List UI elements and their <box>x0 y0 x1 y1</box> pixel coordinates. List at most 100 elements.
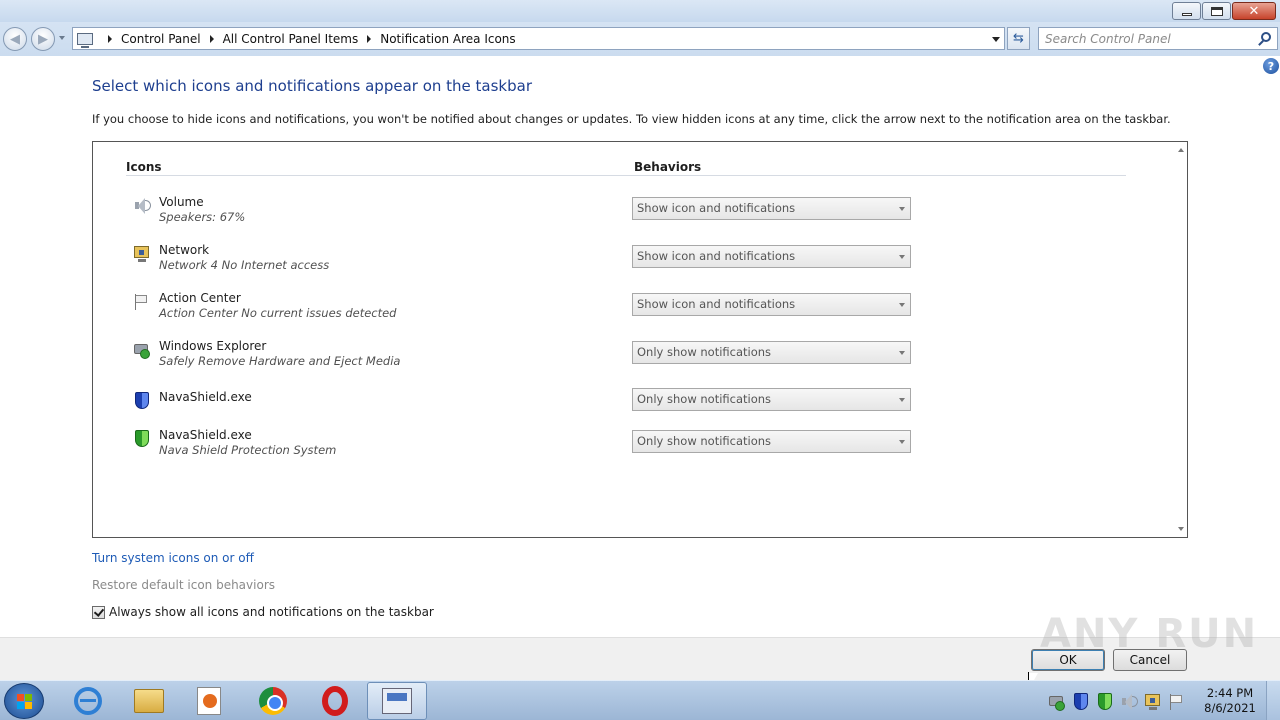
taskbar-opera[interactable] <box>305 682 365 720</box>
network-icon <box>133 245 151 263</box>
safely-remove-icon <box>133 341 151 359</box>
chevron-down-icon <box>899 255 905 259</box>
behavior-value: Only show notifications <box>637 434 772 448</box>
item-description: Speakers: 67% <box>159 210 246 224</box>
column-header-behaviors: Behaviors <box>634 160 702 174</box>
item-name: Network <box>159 243 210 257</box>
icons-behaviors-list: Icons Behaviors Volume Speakers: 67% Sho… <box>92 141 1188 538</box>
recent-pages-dropdown[interactable] <box>59 36 65 40</box>
media-player-icon <box>197 687 221 715</box>
clock[interactable]: 2:44 PM 8/6/2021 <box>1200 686 1260 716</box>
refresh-icon: ⇆ <box>1013 31 1024 46</box>
behavior-value: Only show notifications <box>637 392 772 406</box>
network-icon[interactable] <box>1144 693 1160 710</box>
window-controls: ✕ <box>1171 2 1276 20</box>
search-box[interactable] <box>1038 27 1278 50</box>
search-input[interactable] <box>1039 28 1249 49</box>
chevron-down-icon <box>899 351 905 355</box>
help-icon[interactable]: ? <box>1263 58 1279 74</box>
behavior-dropdown[interactable]: Only show notifications <box>632 430 911 453</box>
always-show-checkbox-row[interactable]: Always show all icons and notifications … <box>92 605 434 619</box>
list-item-windows-explorer: Windows Explorer Safely Remove Hardware … <box>93 339 1183 379</box>
restore-defaults-link[interactable]: Restore default icon behaviors <box>92 578 275 592</box>
behavior-dropdown[interactable]: Only show notifications <box>632 388 911 411</box>
notification-area <box>1048 693 1192 711</box>
behavior-dropdown[interactable]: Show icon and notifications <box>632 293 911 316</box>
address-bar[interactable]: Control Panel All Control Panel Items No… <box>72 27 1005 50</box>
restore-icon <box>1210 6 1223 16</box>
page-title: Select which icons and notifications app… <box>92 77 532 95</box>
windows-logo-icon <box>17 694 33 710</box>
taskbar-internet-explorer[interactable] <box>58 682 118 720</box>
forward-button[interactable]: ▶ <box>31 27 55 51</box>
chevron-down-icon <box>899 303 905 307</box>
behavior-dropdown[interactable]: Show icon and notifications <box>632 245 911 268</box>
shield-green-icon <box>133 430 151 448</box>
refresh-button[interactable]: ⇆ <box>1007 27 1030 50</box>
clock-time: 2:44 PM <box>1206 686 1254 700</box>
shield-blue-icon[interactable] <box>1072 693 1088 710</box>
header-divider <box>126 175 1126 176</box>
scroll-down-arrow-icon[interactable] <box>1178 527 1184 531</box>
taskbar-chrome[interactable] <box>243 682 303 720</box>
behavior-dropdown[interactable]: Only show notifications <box>632 341 911 364</box>
chrome-icon <box>259 687 287 715</box>
breadcrumb-separator[interactable] <box>367 34 372 43</box>
page-description: If you choose to hide icons and notifica… <box>92 112 1171 126</box>
taskbar: 2:44 PM 8/6/2021 <box>0 680 1280 720</box>
item-name: NavaShield.exe <box>159 428 252 442</box>
clock-date: 8/6/2021 <box>1204 701 1256 715</box>
item-name: Volume <box>159 195 204 209</box>
explorer-folder-icon <box>134 689 164 713</box>
close-button[interactable]: ✕ <box>1232 2 1276 20</box>
behavior-value: Show icon and notifications <box>637 249 796 263</box>
start-button[interactable] <box>4 683 44 719</box>
minimize-button[interactable] <box>1172 2 1201 20</box>
speaker-icon[interactable] <box>1120 693 1138 710</box>
list-item-action-center: Action Center Action Center No current i… <box>93 291 1183 331</box>
always-show-checkbox[interactable] <box>92 605 105 619</box>
turn-system-icons-link[interactable]: Turn system icons on or off <box>92 551 254 565</box>
show-desktop-button[interactable] <box>1266 681 1280 720</box>
breadcrumb-notification-area-icons[interactable]: Notification Area Icons <box>380 32 515 46</box>
search-icon[interactable] <box>1261 32 1271 42</box>
breadcrumb-separator[interactable] <box>209 34 214 43</box>
shield-blue-icon <box>133 392 151 410</box>
breadcrumb-all-items[interactable]: All Control Panel Items <box>223 32 359 46</box>
taskbar-explorer[interactable] <box>119 682 179 720</box>
item-name: NavaShield.exe <box>159 390 252 404</box>
minimize-icon <box>1181 12 1192 16</box>
flag-icon[interactable] <box>1168 693 1184 710</box>
always-show-label[interactable]: Always show all icons and notifications … <box>109 605 434 619</box>
back-button[interactable]: ◀ <box>3 27 27 51</box>
address-history-dropdown[interactable] <box>992 37 1000 42</box>
item-description: Network 4 No Internet access <box>159 258 330 272</box>
behavior-value: Show icon and notifications <box>637 297 796 311</box>
navigation-bar: ◀ ▶ Control Panel All Control Panel Item… <box>0 22 1280 56</box>
item-name: Windows Explorer <box>159 339 267 353</box>
maximize-button[interactable] <box>1202 2 1231 20</box>
list-item-volume: Volume Speakers: 67% Show icon and notif… <box>93 195 1183 235</box>
taskbar-media-player[interactable] <box>179 682 239 720</box>
behavior-value: Only show notifications <box>637 345 772 359</box>
list-item-navashield-1: NavaShield.exe Only show notifications <box>93 388 1183 430</box>
safely-remove-icon[interactable] <box>1048 693 1065 711</box>
control-panel-icon <box>382 688 412 714</box>
chevron-down-icon <box>899 398 905 402</box>
item-name: Action Center <box>159 291 241 305</box>
scroll-up-arrow-icon[interactable] <box>1178 148 1184 152</box>
behavior-value: Show icon and notifications <box>637 201 796 215</box>
close-icon: ✕ <box>1248 3 1260 19</box>
list-item-navashield-2: NavaShield.exe Nava Shield Protection Sy… <box>93 428 1183 468</box>
internet-explorer-icon <box>74 687 102 715</box>
column-header-icons: Icons <box>126 160 162 174</box>
breadcrumb-separator[interactable] <box>108 34 112 43</box>
taskbar-control-panel[interactable] <box>367 682 427 720</box>
list-item-network: Network Network 4 No Internet access Sho… <box>93 243 1183 283</box>
item-description: Nava Shield Protection System <box>159 443 337 457</box>
breadcrumb-control-panel[interactable]: Control Panel <box>121 32 201 46</box>
item-description: Safely Remove Hardware and Eject Media <box>159 354 401 368</box>
shield-green-icon[interactable] <box>1096 693 1112 710</box>
behavior-dropdown[interactable]: Show icon and notifications <box>632 197 911 220</box>
chevron-down-icon <box>899 440 905 444</box>
